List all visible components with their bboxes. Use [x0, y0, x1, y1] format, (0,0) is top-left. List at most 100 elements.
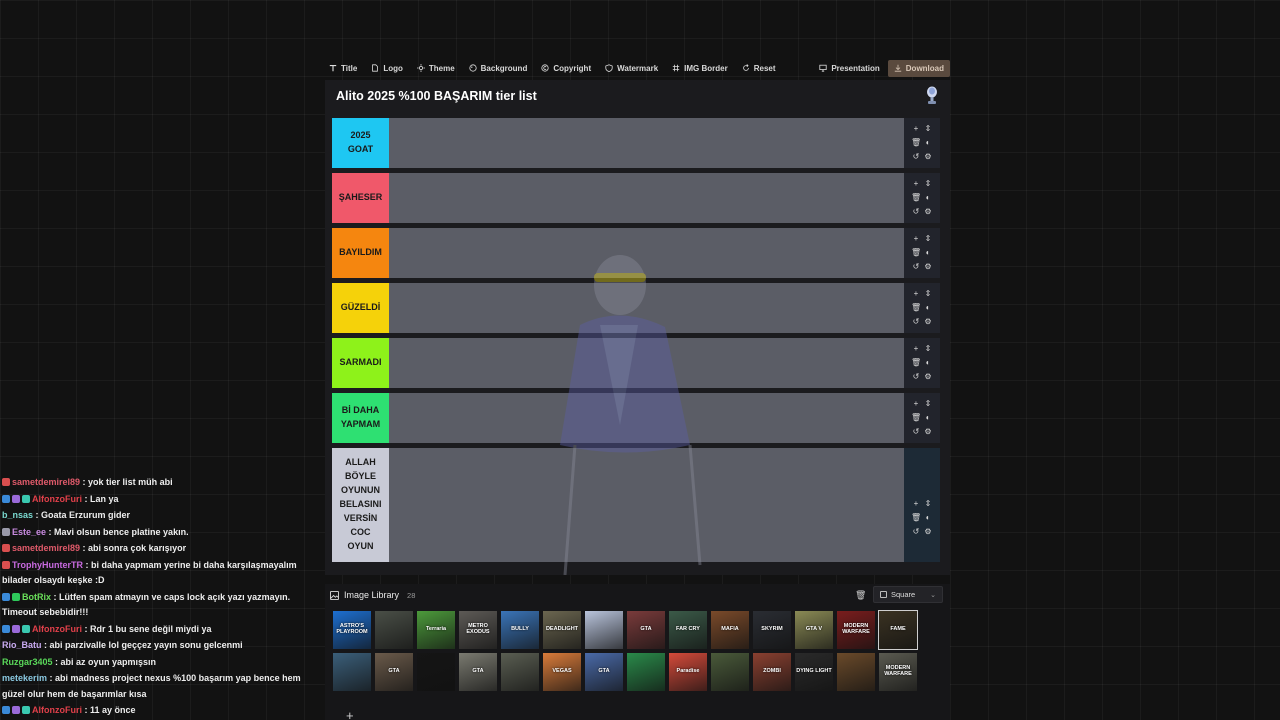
reset-row-icon[interactable]: ↺ — [911, 262, 921, 272]
game-cover-thumbnail[interactable] — [585, 611, 623, 649]
chat-username[interactable]: metekerim — [2, 673, 47, 683]
chat-username[interactable]: AlfonzoFuri — [32, 494, 82, 504]
game-cover-thumbnail[interactable] — [837, 653, 875, 691]
color-picker-icon[interactable]: ◐ — [923, 193, 933, 203]
game-cover-thumbnail[interactable] — [375, 611, 413, 649]
settings-gear-icon[interactable]: ⚙ — [923, 207, 933, 217]
thumbnail-shape-select[interactable]: Square ⌄ — [873, 586, 943, 603]
move-row-icon[interactable]: ⇕ — [923, 499, 933, 509]
chat-username[interactable]: sametdemirel89 — [12, 543, 80, 553]
tier-list-title[interactable]: Alito 2025 %100 BAŞARIM tier list — [336, 89, 537, 103]
game-cover-thumbnail[interactable]: MODERN WARFARE — [837, 611, 875, 649]
toolbar-title-button[interactable]: Title — [329, 64, 357, 73]
game-cover-thumbnail[interactable]: FAR CRY — [669, 611, 707, 649]
tier-drop-zone[interactable] — [389, 173, 904, 223]
toolbar-copyright-button[interactable]: Copyright — [541, 64, 591, 73]
color-picker-icon[interactable]: ◐ — [923, 358, 933, 368]
reset-row-icon[interactable]: ↺ — [911, 372, 921, 382]
game-cover-thumbnail[interactable] — [417, 653, 455, 691]
color-picker-icon[interactable]: ◐ — [923, 303, 933, 313]
game-cover-thumbnail[interactable]: VEGAS — [543, 653, 581, 691]
game-cover-thumbnail[interactable]: SKYRIM — [753, 611, 791, 649]
move-row-icon[interactable]: ⇕ — [923, 289, 933, 299]
tier-label[interactable]: GÜZELDİ — [332, 283, 389, 333]
move-row-icon[interactable]: ⇕ — [923, 399, 933, 409]
game-cover-thumbnail[interactable]: BULLY — [501, 611, 539, 649]
color-picker-icon[interactable]: ◐ — [923, 248, 933, 258]
move-row-icon[interactable]: ⇕ — [923, 344, 933, 354]
game-cover-thumbnail[interactable]: DEADLIGHT — [543, 611, 581, 649]
add-item-icon[interactable]: + — [911, 499, 921, 509]
move-row-icon[interactable]: ⇕ — [923, 179, 933, 189]
download-button[interactable]: Download — [887, 59, 950, 77]
reset-row-icon[interactable]: ↺ — [911, 152, 921, 162]
game-cover-thumbnail[interactable]: DYING LIGHT — [795, 653, 833, 691]
tier-drop-zone[interactable] — [389, 283, 904, 333]
tier-label[interactable]: 2025 GOAT — [332, 118, 389, 168]
delete-row-icon[interactable]: 🗑 — [911, 513, 921, 523]
game-cover-thumbnail[interactable] — [333, 653, 371, 691]
add-item-icon[interactable]: + — [911, 344, 921, 354]
add-item-icon[interactable]: + — [911, 124, 921, 134]
settings-gear-icon[interactable]: ⚙ — [923, 262, 933, 272]
chat-username[interactable]: BotRix — [22, 592, 51, 602]
color-picker-icon[interactable]: ◐ — [923, 413, 933, 423]
toolbar-reset-button[interactable]: Reset — [742, 64, 776, 73]
toolbar-logo-button[interactable]: Logo — [371, 64, 403, 73]
reset-row-icon[interactable]: ↺ — [911, 207, 921, 217]
game-cover-thumbnail[interactable]: GTA — [459, 653, 497, 691]
delete-row-icon[interactable]: 🗑 — [911, 248, 921, 258]
game-cover-thumbnail[interactable]: MODERN WARFARE — [879, 653, 917, 691]
chat-username[interactable]: Ruzgar3405 — [2, 657, 53, 667]
game-cover-thumbnail[interactable] — [711, 653, 749, 691]
game-cover-thumbnail[interactable]: ZOMBI — [753, 653, 791, 691]
reset-row-icon[interactable]: ↺ — [911, 527, 921, 537]
game-cover-thumbnail[interactable]: GTA — [375, 653, 413, 691]
delete-row-icon[interactable]: 🗑 — [911, 358, 921, 368]
tier-drop-zone[interactable] — [389, 228, 904, 278]
game-cover-thumbnail[interactable]: GTA — [627, 611, 665, 649]
game-cover-thumbnail[interactable]: Paradise — [669, 653, 707, 691]
toolbar-theme-button[interactable]: Theme — [416, 64, 455, 73]
reset-row-icon[interactable]: ↺ — [911, 317, 921, 327]
game-cover-thumbnail[interactable]: GTA — [585, 653, 623, 691]
tier-label[interactable]: BAYILDIM — [332, 228, 389, 278]
delete-row-icon[interactable]: 🗑 — [911, 413, 921, 423]
move-row-icon[interactable]: ⇕ — [923, 234, 933, 244]
add-item-icon[interactable]: + — [911, 399, 921, 409]
tier-drop-zone[interactable] — [389, 118, 904, 168]
tier-label[interactable]: ALLAH BÖYLE OYUNUN BELASINI VERSİN COC O… — [332, 448, 389, 562]
chat-username[interactable]: AlfonzoFuri — [32, 624, 82, 634]
add-item-icon[interactable]: + — [911, 289, 921, 299]
delete-row-icon[interactable]: 🗑 — [911, 193, 921, 203]
tier-label[interactable]: Bİ DAHA YAPMAM — [332, 393, 389, 443]
chat-username[interactable]: sametdemirel89 — [12, 477, 80, 487]
tier-drop-zone[interactable] — [389, 393, 904, 443]
clear-library-trash-icon[interactable]: 🗑 — [855, 590, 866, 601]
toolbar-background-button[interactable]: Background — [469, 64, 527, 73]
delete-row-icon[interactable]: 🗑 — [911, 303, 921, 313]
chat-username[interactable]: b_nsas — [2, 510, 33, 520]
chat-username[interactable]: Rio_Batu — [2, 640, 42, 650]
game-cover-thumbnail[interactable]: Terraria — [417, 611, 455, 649]
delete-row-icon[interactable]: 🗑 — [911, 138, 921, 148]
chat-username[interactable]: AlfonzoFuri — [32, 705, 82, 715]
game-cover-thumbnail[interactable] — [627, 653, 665, 691]
tier-label[interactable]: SARMADI — [332, 338, 389, 388]
add-item-icon[interactable]: + — [911, 179, 921, 189]
color-picker-icon[interactable]: ◐ — [923, 513, 933, 523]
toolbar-img-border-button[interactable]: IMG Border — [672, 64, 728, 73]
add-item-icon[interactable]: + — [911, 234, 921, 244]
settings-gear-icon[interactable]: ⚙ — [923, 372, 933, 382]
tier-label[interactable]: ŞAHESER — [332, 173, 389, 223]
game-cover-thumbnail[interactable]: ASTRO'S PLAYROOM — [333, 611, 371, 649]
chat-username[interactable]: Este_ee — [12, 527, 46, 537]
tier-drop-zone[interactable] — [389, 338, 904, 388]
game-cover-thumbnail[interactable] — [501, 653, 539, 691]
toolbar-watermark-button[interactable]: Watermark — [605, 64, 658, 73]
game-cover-thumbnail[interactable]: GTA V — [795, 611, 833, 649]
color-picker-icon[interactable]: ◐ — [923, 138, 933, 148]
reset-row-icon[interactable]: ↺ — [911, 427, 921, 437]
settings-gear-icon[interactable]: ⚙ — [923, 427, 933, 437]
tier-drop-zone[interactable] — [389, 448, 904, 562]
